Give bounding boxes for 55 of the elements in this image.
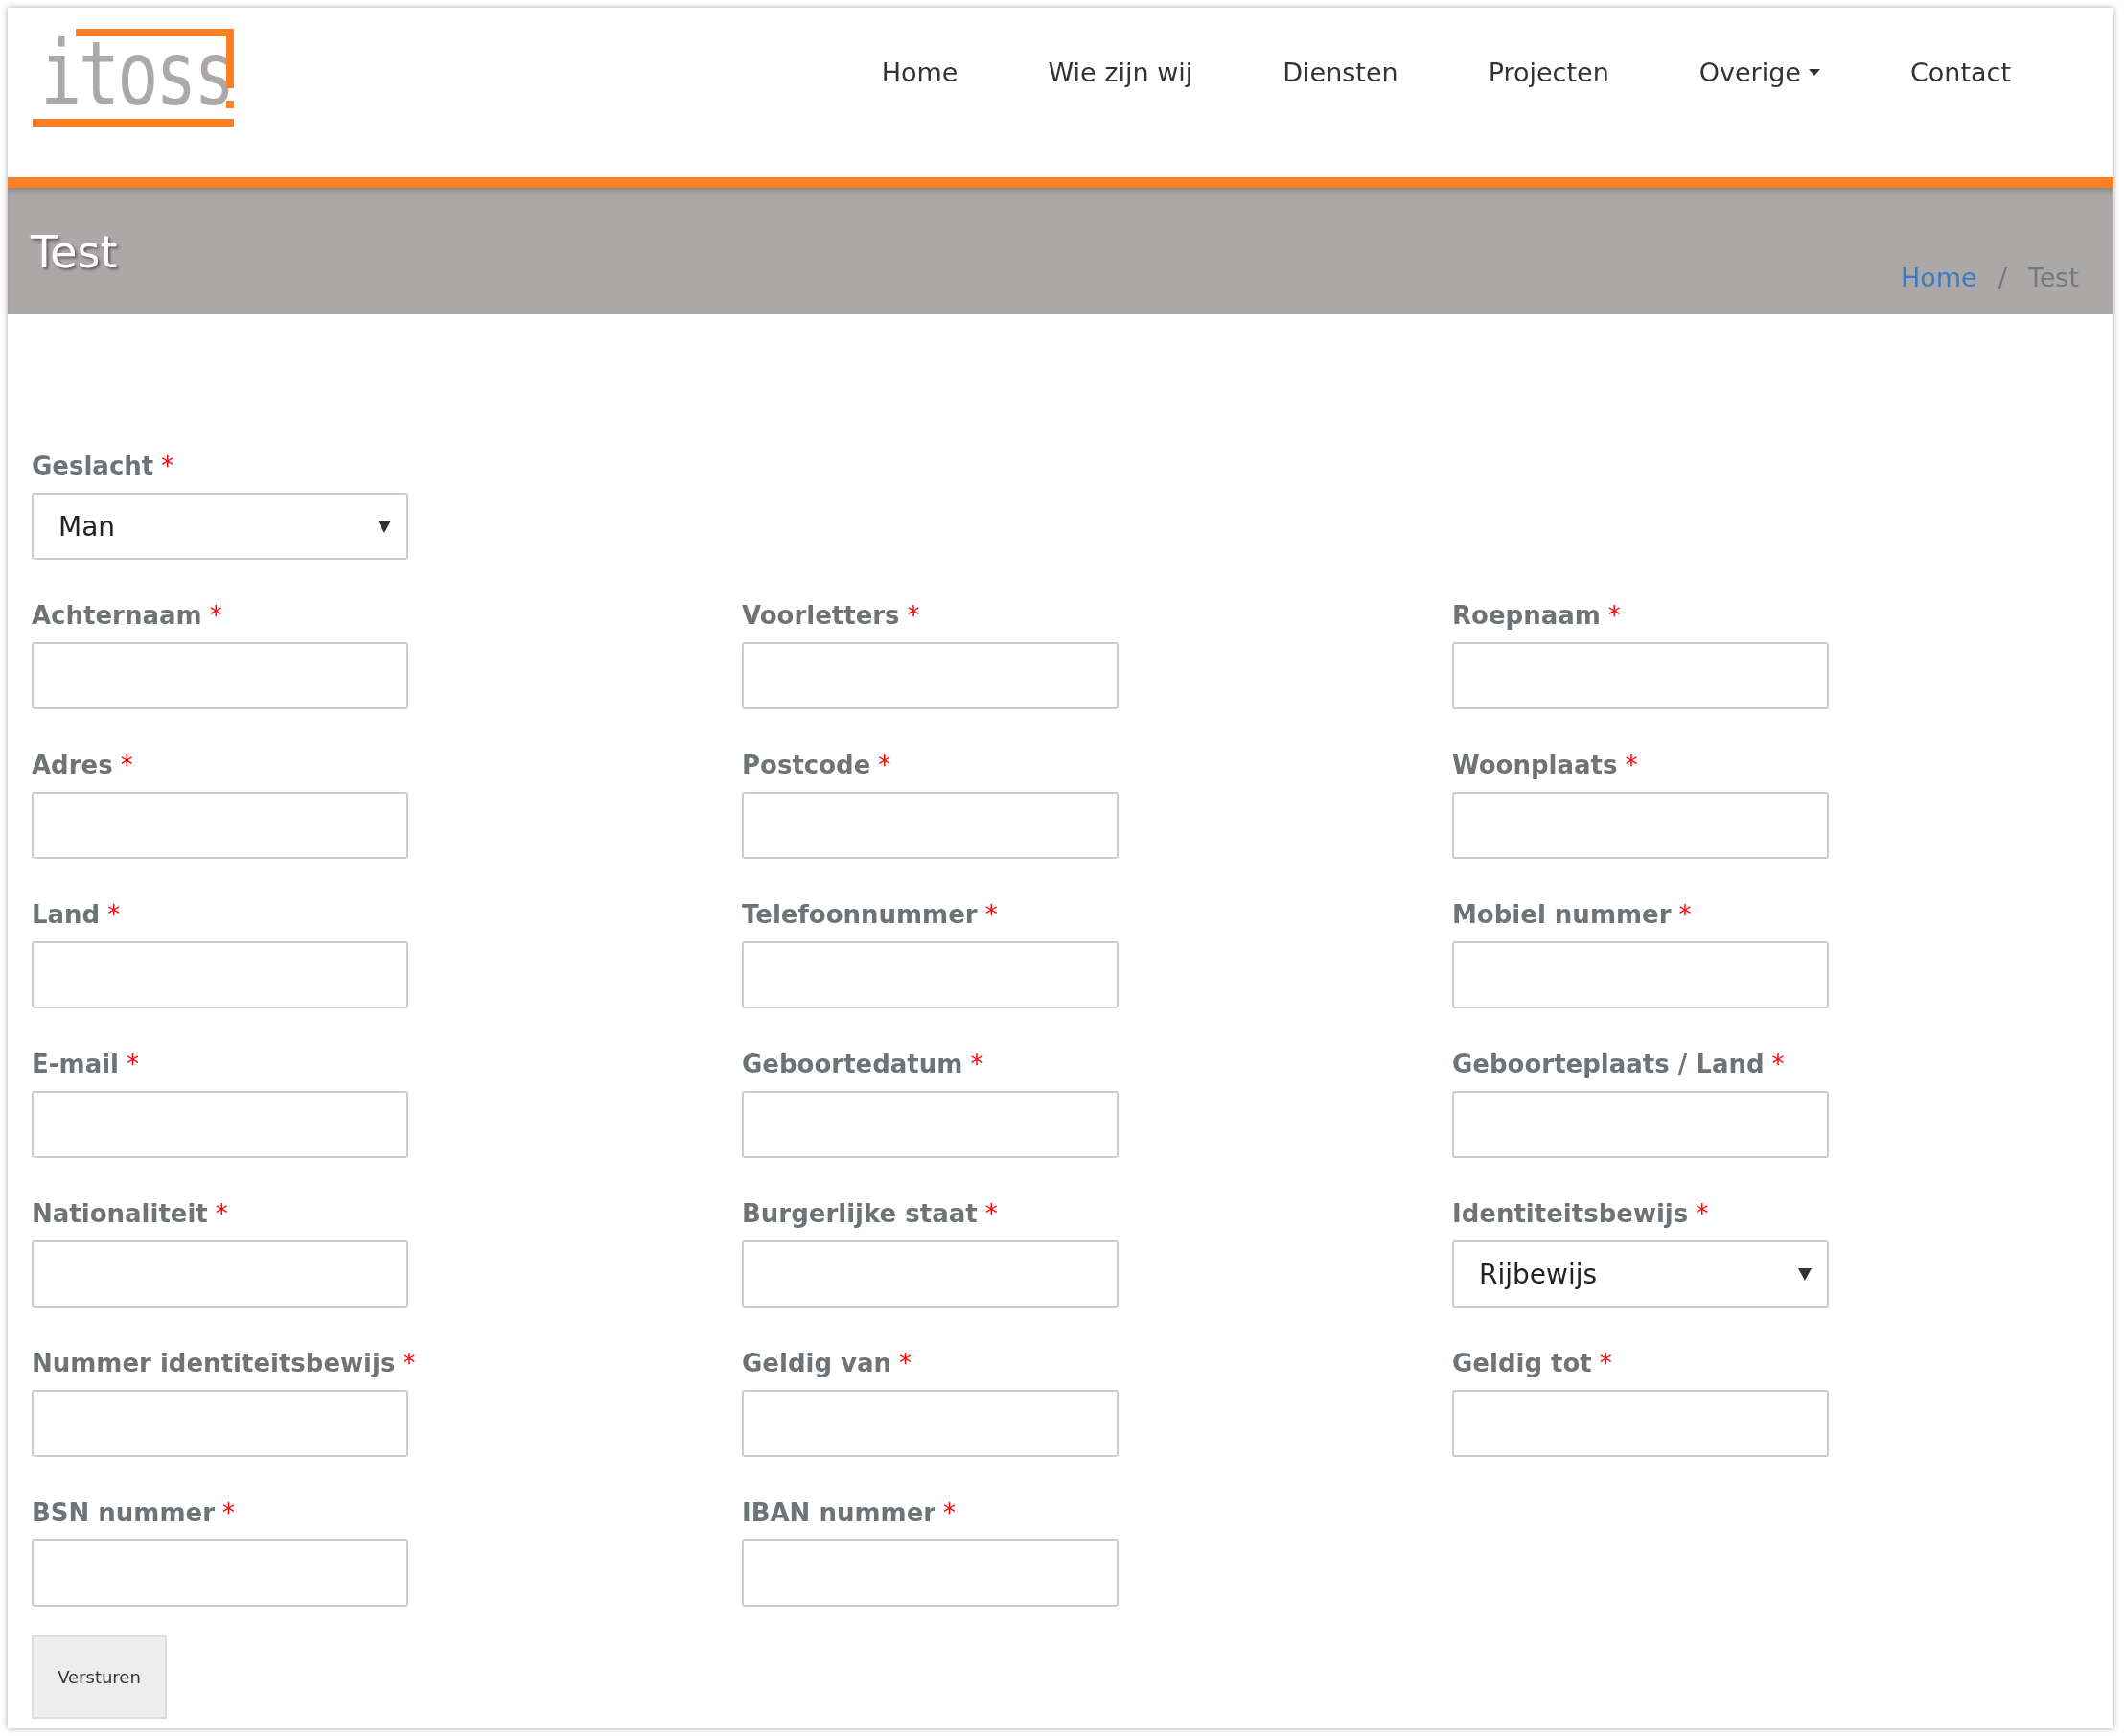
dropdown-field[interactable]: Man: [32, 493, 408, 560]
field-label: Voorletters *: [742, 600, 920, 631]
dropdown-arrow-icon: [378, 520, 391, 533]
input-field[interactable]: [32, 941, 408, 1008]
input-field[interactable]: [1452, 941, 1829, 1008]
field-label: Geldig tot *: [1452, 1348, 1612, 1378]
field-label: Identiteitsbewijs *: [1452, 1198, 1709, 1229]
submit-button[interactable]: Versturen: [32, 1635, 167, 1719]
field-label: Geboortedatum *: [742, 1049, 983, 1079]
input-field[interactable]: [1452, 1091, 1829, 1158]
field-label: Adres *: [32, 750, 133, 780]
input-field[interactable]: [32, 792, 408, 859]
input-field[interactable]: [742, 1240, 1119, 1308]
input-field[interactable]: [742, 1091, 1119, 1158]
input-field[interactable]: [742, 1390, 1119, 1457]
breadcrumb-separator: /: [1998, 263, 2007, 292]
input-field[interactable]: [32, 1390, 408, 1457]
field-label: Geslacht *: [32, 451, 174, 481]
nav-link[interactable]: Contact: [1864, 58, 2056, 87]
field-label: IBAN nummer *: [742, 1497, 957, 1528]
input-field[interactable]: [32, 1539, 408, 1607]
input-field[interactable]: [1452, 642, 1829, 709]
breadcrumb-current: Test: [2027, 263, 2079, 292]
field-label: Telefoonnummer *: [742, 899, 998, 930]
dropdown-field[interactable]: Rijbewijs: [1452, 1240, 1829, 1308]
field-label: Roepnaam *: [1452, 600, 1621, 631]
nav-link[interactable]: Wie zijn wij: [1003, 58, 1238, 87]
input-field[interactable]: [32, 1240, 408, 1308]
input-field[interactable]: [32, 1091, 408, 1158]
field-label: Geldig van *: [742, 1348, 912, 1378]
caret-icon: [1808, 69, 1820, 76]
input-field[interactable]: [742, 1539, 1119, 1607]
input-field[interactable]: [742, 792, 1119, 859]
input-field[interactable]: [1452, 792, 1829, 859]
nav-link[interactable]: Projecten: [1443, 58, 1654, 87]
input-field[interactable]: [742, 941, 1119, 1008]
field-label: E-mail *: [32, 1049, 139, 1079]
nav-link[interactable]: Overige: [1653, 58, 1865, 87]
field-label: Achternaam *: [32, 600, 222, 631]
input-field[interactable]: [1452, 1390, 1829, 1457]
field-label: Burgerlijke staat *: [742, 1198, 998, 1229]
field-label: Land *: [32, 899, 121, 930]
nav-link[interactable]: Home: [836, 58, 1004, 87]
input-field[interactable]: [32, 642, 408, 709]
field-label: Nationaliteit *: [32, 1198, 228, 1229]
field-label: BSN nummer *: [32, 1497, 235, 1528]
dropdown-arrow-icon: [1798, 1267, 1812, 1281]
field-label: Geboorteplaats / Land *: [1452, 1049, 1785, 1079]
field-label: Woonplaats *: [1452, 750, 1638, 780]
field-label: Mobiel nummer *: [1452, 899, 1692, 930]
page-title: Test: [31, 226, 118, 278]
field-label: Nummer identiteitsbewijs *: [32, 1348, 416, 1378]
field-label: Postcode *: [742, 750, 891, 780]
nav-link[interactable]: Diensten: [1237, 58, 1444, 87]
input-field[interactable]: [742, 642, 1119, 709]
